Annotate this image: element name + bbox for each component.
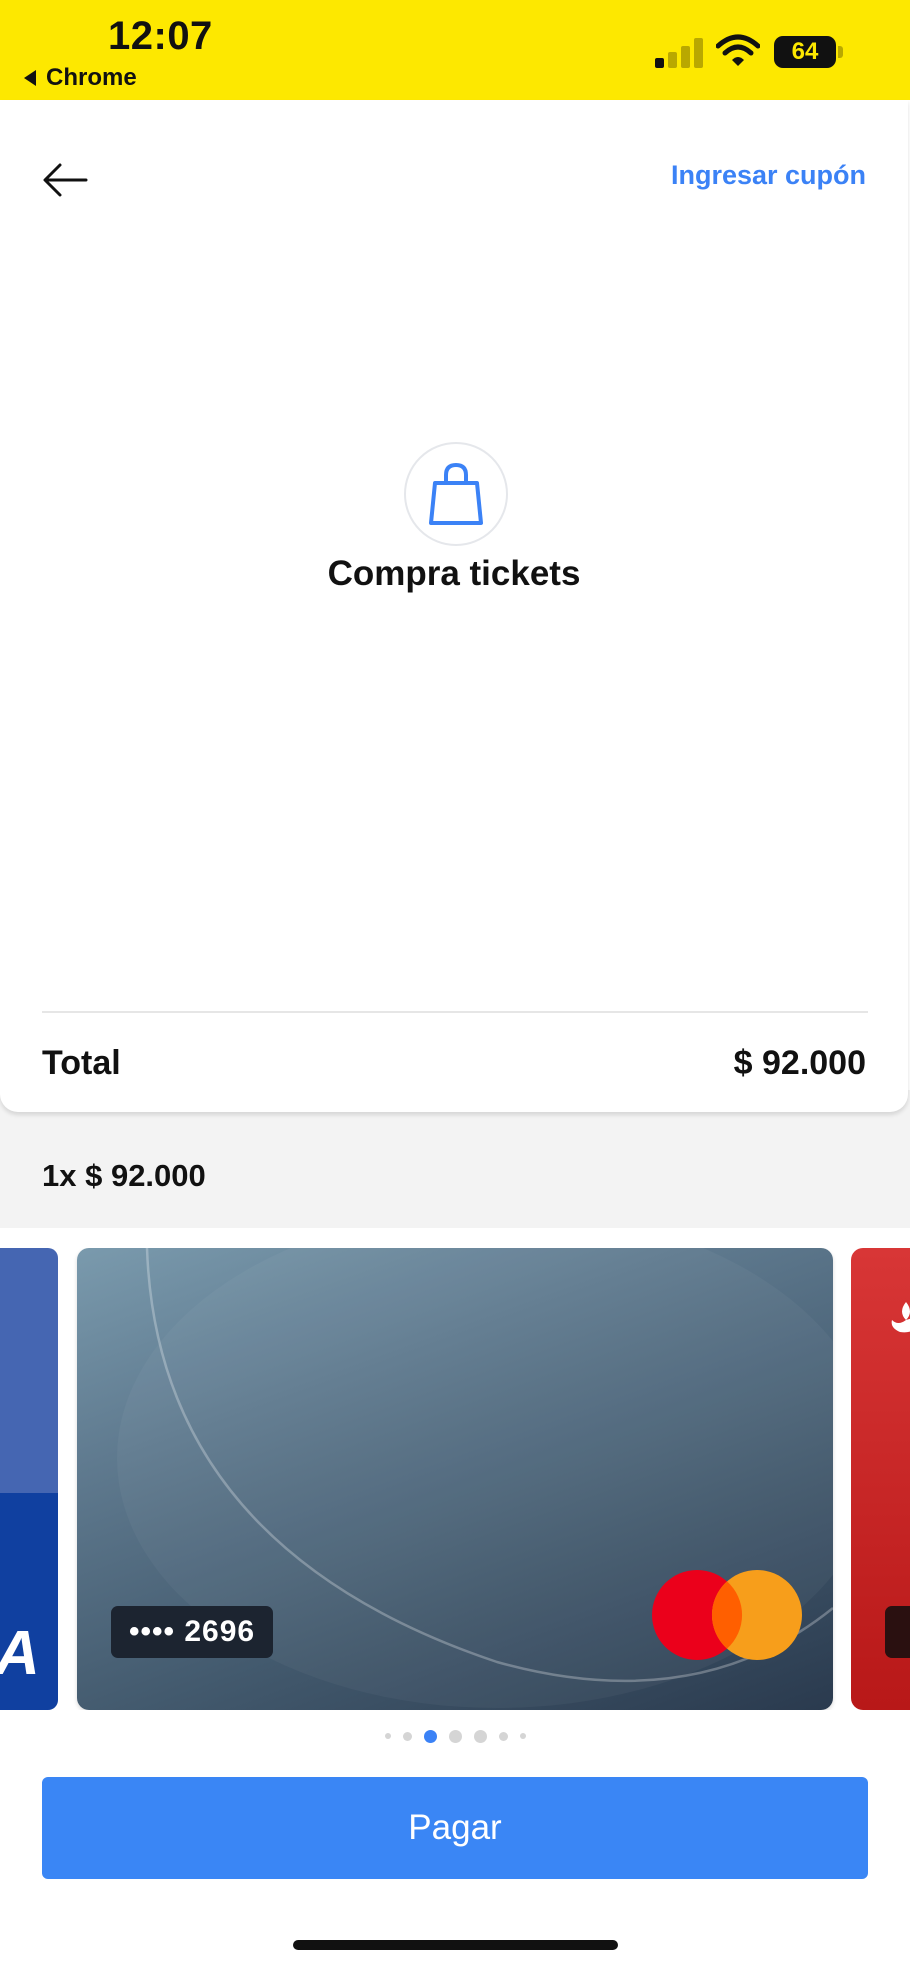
home-indicator: [293, 1940, 618, 1950]
card-previous[interactable]: A: [0, 1248, 58, 1710]
pager-dot[interactable]: [498, 1731, 508, 1741]
card-carousel[interactable]: A •••• 2696: [0, 1248, 910, 1710]
pay-button[interactable]: Pagar: [42, 1777, 868, 1879]
pager-dot[interactable]: [402, 1731, 412, 1741]
back-app-label: Chrome: [46, 64, 137, 91]
status-bar: 12:07 Chrome 64: [0, 0, 910, 100]
cellular-signal-icon: [655, 36, 703, 68]
card-next[interactable]: [851, 1248, 910, 1710]
total-label: Total: [42, 1044, 121, 1082]
carousel-pager: [0, 1729, 910, 1743]
card-selected[interactable]: •••• 2696: [77, 1248, 833, 1710]
pager-dot-active[interactable]: [423, 1729, 437, 1743]
total-value: $ 92.000: [733, 1044, 866, 1082]
installments-text[interactable]: 1x $ 92.000: [42, 1158, 206, 1194]
coupon-link[interactable]: Ingresar cupón: [671, 160, 866, 191]
purchase-title: Compra tickets: [327, 554, 581, 593]
card-masked-number: •••• 2696: [111, 1606, 274, 1658]
battery-cap: [838, 46, 843, 58]
shopping-bag-icon: [429, 462, 483, 525]
pager-dot[interactable]: [384, 1733, 391, 1739]
pager-dot[interactable]: [519, 1733, 526, 1739]
arrow-left-icon[interactable]: [40, 155, 90, 205]
purchase-icon-circle: [404, 442, 508, 546]
battery-indicator: 64: [774, 36, 836, 68]
mastercard-logo-icon: [652, 1570, 802, 1660]
pager-dot[interactable]: [473, 1729, 487, 1743]
card-next-number-pill: [885, 1606, 910, 1658]
divider: [42, 1011, 868, 1013]
purchase-summary-sheet: Ingresar cupón Compra tickets Total $ 92…: [0, 100, 908, 1112]
back-to-app-link[interactable]: Chrome: [24, 64, 137, 92]
status-time: 12:07: [108, 14, 213, 58]
card-brand-letter: A: [0, 1618, 40, 1689]
santander-flame-icon: [891, 1302, 910, 1333]
pager-dot[interactable]: [448, 1729, 462, 1743]
back-triangle-icon: [24, 70, 36, 86]
wifi-icon: [716, 34, 760, 66]
